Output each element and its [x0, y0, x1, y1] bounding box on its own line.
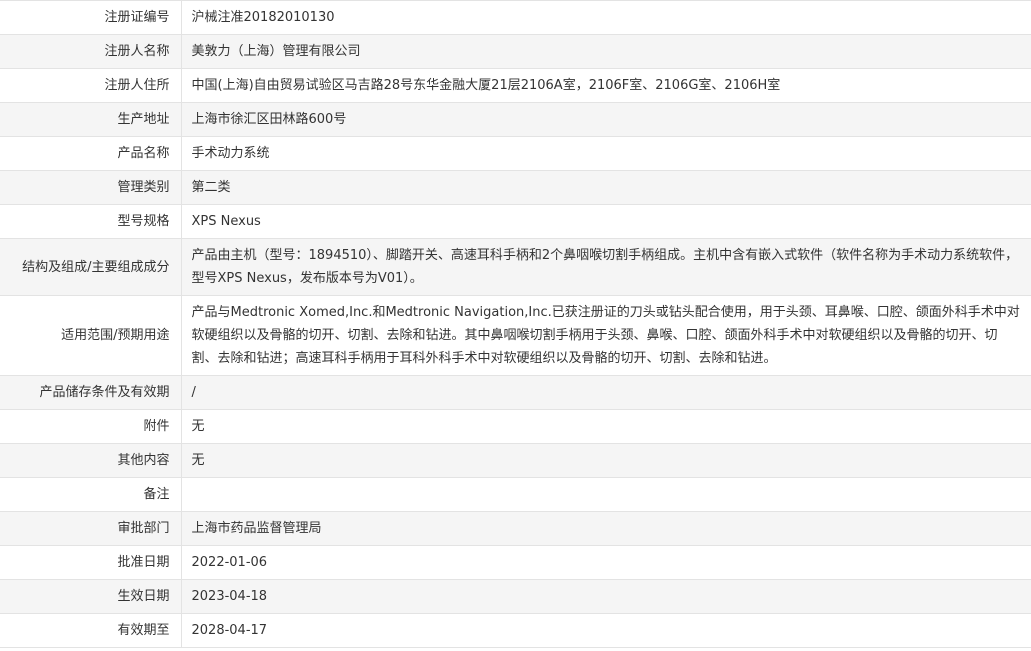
row-value: 第二类	[181, 170, 1031, 205]
row-label: 型号规格	[0, 204, 182, 239]
row-label: 其他内容	[0, 443, 182, 478]
row-value: XPS Nexus	[181, 204, 1031, 239]
row-value	[181, 477, 1031, 512]
row-value: 产品与Medtronic Xomed,Inc.和Medtronic Naviga…	[181, 295, 1031, 376]
row-label: 产品名称	[0, 136, 182, 171]
row-label: 有效期至	[0, 613, 182, 648]
row-value: 上海市药品监督管理局	[181, 511, 1031, 546]
row-label: 注册人住所	[0, 68, 182, 103]
table-row-intended-use: 适用范围/预期用途 产品与Medtronic Xomed,Inc.和Medtro…	[0, 295, 1031, 376]
row-value: 上海市徐汇区田林路600号	[181, 102, 1031, 137]
row-label: 备注	[0, 477, 182, 512]
row-label: 结构及组成/主要组成成分	[0, 238, 182, 296]
table-row-model-spec: 型号规格 XPS Nexus	[0, 204, 1031, 239]
row-value: 中国(上海)自由贸易试验区马吉路28号东华金融大厦21层2106A室，2106F…	[181, 68, 1031, 103]
row-label: 批准日期	[0, 545, 182, 580]
row-label: 注册人名称	[0, 34, 182, 69]
row-label: 生产地址	[0, 102, 182, 137]
table-row-attachments: 附件 无	[0, 409, 1031, 444]
row-label: 注册证编号	[0, 0, 182, 35]
table-row-valid-until: 有效期至 2028-04-17	[0, 613, 1031, 648]
table-row-management-category: 管理类别 第二类	[0, 170, 1031, 205]
table-row-product-name: 产品名称 手术动力系统	[0, 136, 1031, 171]
table-row-approval-department: 审批部门 上海市药品监督管理局	[0, 511, 1031, 546]
row-label: 适用范围/预期用途	[0, 295, 182, 376]
table-row-registrant-address: 注册人住所 中国(上海)自由贸易试验区马吉路28号东华金融大厦21层2106A室…	[0, 68, 1031, 103]
row-label: 审批部门	[0, 511, 182, 546]
row-value: 无	[181, 409, 1031, 444]
table-row-storage-conditions: 产品储存条件及有效期 /	[0, 375, 1031, 410]
table-row-effective-date: 生效日期 2023-04-18	[0, 579, 1031, 614]
table-row-other-content: 其他内容 无	[0, 443, 1031, 478]
row-label: 产品储存条件及有效期	[0, 375, 182, 410]
table-row-production-address: 生产地址 上海市徐汇区田林路600号	[0, 102, 1031, 137]
row-value: 无	[181, 443, 1031, 478]
table-row-registration-number: 注册证编号 沪械注准20182010130	[0, 0, 1031, 35]
row-value: 手术动力系统	[181, 136, 1031, 171]
row-label: 附件	[0, 409, 182, 444]
table-row-registrant-name: 注册人名称 美敦力（上海）管理有限公司	[0, 34, 1031, 69]
row-value: 产品由主机（型号：1894510）、脚踏开关、高速耳科手柄和2个鼻咽喉切割手柄组…	[181, 238, 1031, 296]
row-label: 生效日期	[0, 579, 182, 614]
row-value: 2023-04-18	[181, 579, 1031, 614]
table-row-approval-date: 批准日期 2022-01-06	[0, 545, 1031, 580]
row-value: 沪械注准20182010130	[181, 0, 1031, 35]
row-value: 2028-04-17	[181, 613, 1031, 648]
row-value: /	[181, 375, 1031, 410]
row-label: 管理类别	[0, 170, 182, 205]
row-value: 美敦力（上海）管理有限公司	[181, 34, 1031, 69]
table-row-structure-composition: 结构及组成/主要组成成分 产品由主机（型号：1894510）、脚踏开关、高速耳科…	[0, 238, 1031, 296]
row-value: 2022-01-06	[181, 545, 1031, 580]
registration-detail-table: 注册证编号 沪械注准20182010130 注册人名称 美敦力（上海）管理有限公…	[0, 0, 1031, 648]
table-row-remarks: 备注	[0, 477, 1031, 512]
